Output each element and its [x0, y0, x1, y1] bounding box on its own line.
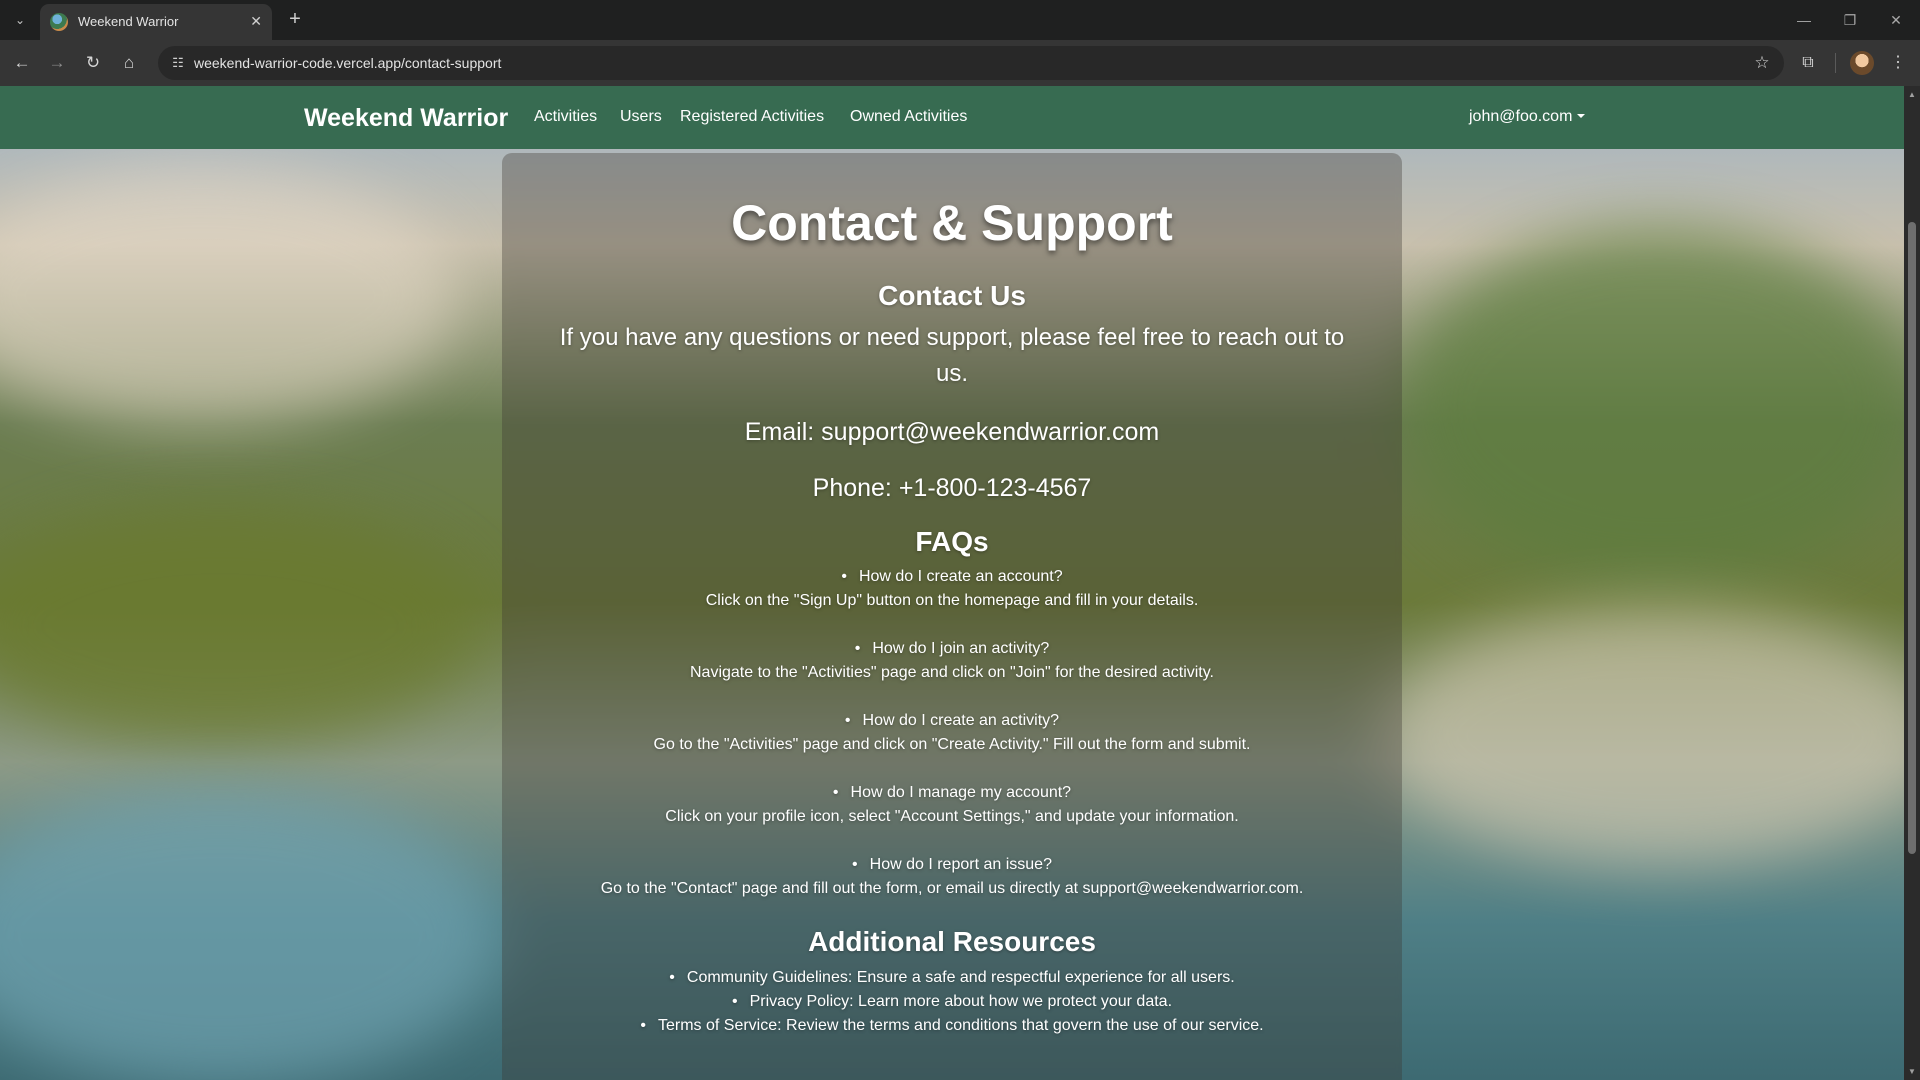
faq-answer: Click on the "Sign Up" button on the hom… [705, 592, 1199, 609]
faq-answer: Navigate to the "Activities" page and cl… [689, 664, 1214, 681]
contact-phone: Phone: +1-800-123-4567 [812, 474, 1092, 502]
page-scrollbar[interactable]: ▲ ▼ [1904, 86, 1920, 1080]
resource-item: Community Guidelines: Ensure a safe and … [502, 966, 1402, 990]
menu-kebab-icon[interactable]: ⋮ [1886, 51, 1910, 75]
profile-avatar[interactable] [1850, 51, 1874, 75]
close-icon[interactable]: ✕ [250, 12, 262, 30]
contact-heading: Contact Us [878, 280, 1026, 311]
contact-email: Email: support@weekendwarrior.com [744, 418, 1160, 446]
user-email: john@foo.com [1469, 108, 1573, 125]
nav-link-activities[interactable]: Activities [534, 107, 597, 127]
background-water [1380, 606, 1904, 866]
faq-answer: Click on your profile icon, select "Acco… [665, 808, 1239, 825]
page-viewport: Weekend Warrior Activities Users Registe… [0, 86, 1904, 1080]
nav-link-registered-activities[interactable]: Registered Activities [680, 107, 824, 127]
tab-search-icon[interactable]: ⌄ [8, 8, 32, 32]
faq-question: How do I create an activity? [502, 709, 1402, 733]
reload-icon[interactable]: ↻ [81, 51, 105, 75]
caret-down-icon [1577, 114, 1586, 118]
browser-toolbar: ← → ↻ ⌂ ☷ weekend-warrior-code.vercel.ap… [0, 40, 1920, 86]
toolbar-divider [1835, 53, 1836, 73]
background-shore [0, 506, 480, 746]
contact-support-card: Contact & Support Contact Us If you have… [502, 153, 1402, 1080]
background-lake [0, 786, 500, 1080]
star-icon[interactable]: ☆ [1750, 51, 1774, 75]
site-navbar: Weekend Warrior Activities Users Registe… [0, 86, 1904, 149]
tab-title: Weekend Warrior [78, 14, 179, 29]
faq-item: How do I manage my account? Click on you… [502, 781, 1402, 829]
faq-question: How do I report an issue? [502, 853, 1402, 877]
plus-icon[interactable]: + [283, 8, 307, 32]
site-info-icon[interactable]: ☷ [166, 51, 190, 75]
restore-icon[interactable]: ❐ [1836, 8, 1864, 32]
globe-landscape-favicon [50, 13, 68, 31]
background-hill [1400, 226, 1904, 586]
tab-strip: ⌄ Weekend Warrior ✕ + — ❐ ✕ [0, 0, 1920, 40]
resources-heading: Additional Resources [808, 926, 1096, 957]
nav-link-owned-activities[interactable]: Owned Activities [850, 107, 967, 127]
contact-intro: If you have any questions or need suppor… [559, 324, 1345, 387]
minimize-icon[interactable]: — [1790, 8, 1818, 32]
faq-question: How do I create an account? [502, 565, 1402, 589]
faq-item: How do I report an issue? Go to the "Con… [502, 853, 1402, 901]
extensions-icon[interactable]: ⧉ [1796, 51, 1820, 75]
forward-arrow-icon[interactable]: → [45, 51, 69, 75]
scrollbar-thumb[interactable] [1908, 222, 1916, 854]
faq-item: How do I create an activity? Go to the "… [502, 709, 1402, 757]
back-arrow-icon[interactable]: ← [10, 51, 34, 75]
scroll-down-icon[interactable]: ▼ [1908, 1067, 1916, 1076]
faq-answer: Go to the "Activities" page and click on… [653, 736, 1251, 753]
url-text[interactable]: weekend-warrior-code.vercel.app/contact-… [194, 54, 501, 72]
background-cloud [0, 166, 460, 426]
resource-item: Terms of Service: Review the terms and c… [502, 1014, 1402, 1038]
resource-item: Privacy Policy: Learn more about how we … [502, 990, 1402, 1014]
faq-item: How do I create an account? Click on the… [502, 565, 1402, 613]
address-bar[interactable]: ☷ weekend-warrior-code.vercel.app/contac… [158, 46, 1784, 80]
faq-heading: FAQs [915, 526, 989, 557]
nav-link-users[interactable]: Users [620, 107, 662, 127]
home-icon[interactable]: ⌂ [117, 51, 141, 75]
page-title: Contact & Support [731, 195, 1173, 251]
browser-tab[interactable]: Weekend Warrior ✕ [40, 4, 272, 40]
brand-logo[interactable]: Weekend Warrior [304, 103, 508, 133]
user-dropdown[interactable]: john@foo.com [1469, 107, 1586, 127]
faq-question: How do I manage my account? [502, 781, 1402, 805]
faq-item: How do I join an activity? Navigate to t… [502, 637, 1402, 685]
scroll-up-icon[interactable]: ▲ [1908, 90, 1916, 99]
close-window-icon[interactable]: ✕ [1882, 8, 1910, 32]
faq-answer: Go to the "Contact" page and fill out th… [600, 880, 1304, 897]
faq-question: How do I join an activity? [502, 637, 1402, 661]
